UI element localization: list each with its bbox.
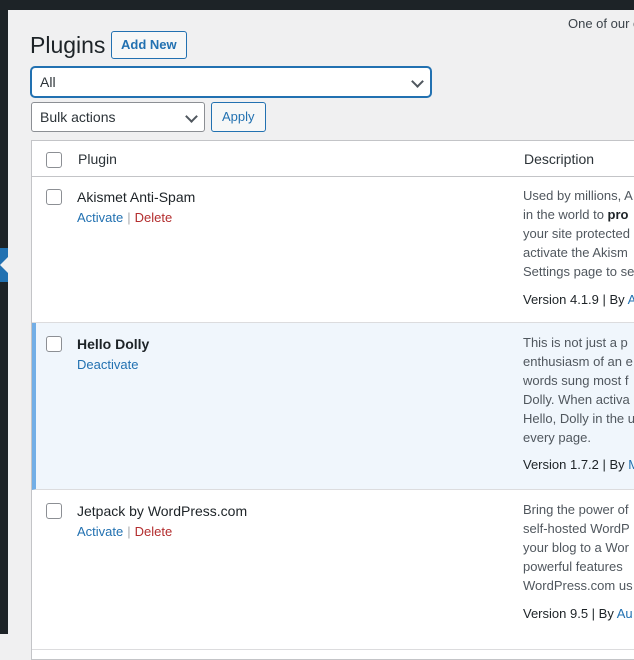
add-new-button[interactable]: Add New bbox=[111, 31, 187, 59]
row-actions: Activate | Delete bbox=[77, 524, 172, 539]
row-checkbox[interactable] bbox=[46, 336, 62, 352]
version-text: Version 1.7.2 | By bbox=[523, 457, 629, 472]
row-actions: Activate | Delete bbox=[77, 210, 172, 225]
description-line: Hello, Dolly in the u bbox=[523, 411, 634, 426]
current-item-arrow-icon bbox=[0, 257, 8, 273]
plugin-status-filter-select[interactable]: All bbox=[31, 67, 431, 97]
plugin-description: This is not just a p enthusiasm of an e … bbox=[523, 333, 634, 447]
table-header: Plugin Description bbox=[32, 141, 634, 177]
page-title: Plugins bbox=[30, 32, 106, 58]
apply-button[interactable]: Apply bbox=[211, 102, 266, 132]
description-line: words sung most f bbox=[523, 373, 629, 388]
description-line: activate the Akism bbox=[523, 245, 628, 260]
description-line: your blog to a Wor bbox=[523, 540, 629, 555]
table-row-active: Hello Dolly Deactivate This is not just … bbox=[32, 323, 634, 490]
description-line: Settings page to se bbox=[523, 264, 634, 279]
description-bold-text: pro bbox=[607, 207, 629, 222]
deactivate-link[interactable]: Deactivate bbox=[77, 357, 138, 372]
bulk-actions-select[interactable]: Bulk actions bbox=[31, 102, 205, 132]
version-text: Version 4.1.9 | By bbox=[523, 292, 628, 307]
description-line: Bring the power of bbox=[523, 502, 629, 517]
row-actions: Deactivate bbox=[77, 357, 138, 372]
select-all-checkbox[interactable] bbox=[46, 152, 62, 168]
row-checkbox[interactable] bbox=[46, 189, 62, 205]
plugin-description: Bring the power of self-hosted WordP you… bbox=[523, 500, 633, 595]
admin-toolbar bbox=[0, 0, 634, 10]
bulk-selected-value: Bulk actions bbox=[40, 109, 116, 125]
separator: | bbox=[127, 210, 131, 225]
delete-link[interactable]: Delete bbox=[135, 524, 173, 539]
author-link[interactable]: A bbox=[628, 292, 634, 307]
column-header-plugin: Plugin bbox=[78, 151, 117, 167]
plugins-table: Plugin Description Akismet Anti-Spam Act… bbox=[31, 140, 634, 660]
description-line: powerful features bbox=[523, 559, 623, 574]
description-line: Dolly. When activa bbox=[523, 392, 630, 407]
description-line: This is not just a p bbox=[523, 335, 628, 350]
plugin-version: Version 4.1.9 | By A bbox=[523, 292, 634, 307]
plugin-name: Hello Dolly bbox=[77, 336, 150, 352]
plugin-name: Jetpack by WordPress.com bbox=[77, 503, 248, 519]
plugin-description: Used by millions, A in the world to pro … bbox=[523, 186, 634, 281]
activate-link[interactable]: Activate bbox=[77, 524, 123, 539]
description-line: Used by millions, A bbox=[523, 188, 633, 203]
plugin-name: Akismet Anti-Spam bbox=[77, 189, 196, 205]
separator: | bbox=[127, 524, 131, 539]
author-link[interactable]: M bbox=[628, 457, 634, 472]
table-row: Akismet Anti-Spam Activate | Delete Used b… bbox=[32, 176, 634, 323]
description-line: every page. bbox=[523, 430, 591, 445]
activate-link[interactable]: Activate bbox=[77, 210, 123, 225]
chevron-down-icon bbox=[185, 110, 198, 123]
promo-notice: One of our c bbox=[568, 16, 634, 31]
description-text: in the world to bbox=[523, 207, 608, 222]
row-checkbox[interactable] bbox=[46, 503, 62, 519]
version-text: Version 9.5 | By bbox=[523, 606, 617, 621]
description-line: self-hosted WordP bbox=[523, 521, 630, 536]
table-row: Jetpack by WordPress.com Activate | Delete… bbox=[32, 490, 634, 650]
plugin-version: Version 9.5 | By Au bbox=[523, 606, 633, 621]
filter-selected-value: All bbox=[40, 74, 56, 90]
admin-sidebar bbox=[0, 10, 8, 634]
description-line: WordPress.com us bbox=[523, 578, 633, 593]
plugin-version: Version 1.7.2 | By M bbox=[523, 457, 634, 472]
description-line: in the world to pro bbox=[523, 205, 634, 224]
author-link[interactable]: Au bbox=[617, 606, 633, 621]
delete-link[interactable]: Delete bbox=[135, 210, 173, 225]
chevron-down-icon bbox=[411, 75, 424, 88]
description-line: enthusiasm of an e bbox=[523, 354, 633, 369]
column-header-description: Description bbox=[524, 151, 595, 167]
description-line: your site protected bbox=[523, 226, 630, 241]
